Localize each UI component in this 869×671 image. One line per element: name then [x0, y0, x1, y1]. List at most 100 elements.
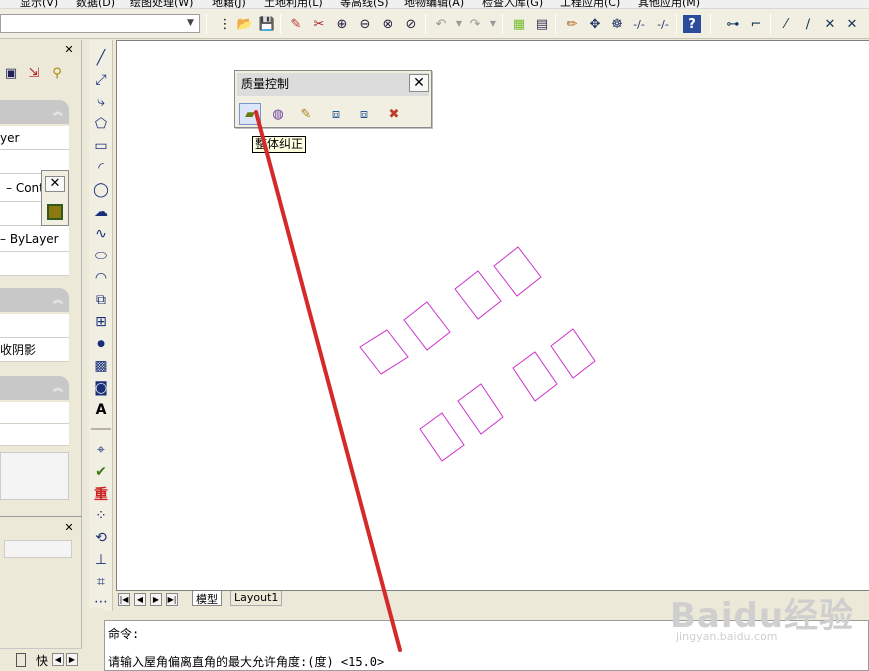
rectangle-icon[interactable]: ▭	[91, 136, 111, 156]
tag-icon[interactable]: ⌖	[91, 440, 111, 460]
arc-icon[interactable]: ◜	[91, 158, 111, 178]
spline-icon[interactable]: ∿	[91, 224, 111, 244]
collapse-icon[interactable]: ︽	[53, 103, 63, 118]
help-icon[interactable]: ?	[683, 15, 701, 33]
calculator-icon[interactable]: ▤	[533, 15, 551, 33]
status-icon[interactable]	[16, 653, 26, 667]
drawing-canvas[interactable]	[116, 40, 869, 590]
chevron-down-icon[interactable]: ▼	[183, 16, 198, 31]
quality-control-title[interactable]: 质量控制	[237, 73, 429, 96]
construction-line-icon[interactable]: ⤢	[91, 70, 111, 90]
check-icon[interactable]: ✔	[91, 462, 111, 482]
rotate-icon[interactable]: ⟲	[91, 528, 111, 548]
property-row-layer[interactable]: yer	[0, 126, 69, 150]
building-outline[interactable]	[512, 351, 558, 402]
section-header-general[interactable]: ︽	[0, 100, 69, 124]
edit-icon[interactable]: ✏	[563, 15, 581, 33]
hatch-icon[interactable]: ▩	[91, 356, 111, 376]
scroll-right-icon[interactable]: ▶	[66, 653, 78, 666]
corner-icon[interactable]: ⌐	[747, 15, 765, 33]
collapse-icon[interactable]: ︽	[53, 291, 63, 306]
quick-select-icon[interactable]: ⚲	[48, 64, 66, 82]
zoom-realtime-icon[interactable]: ⊕	[333, 15, 351, 33]
building-outline[interactable]	[419, 412, 465, 462]
cross-2-icon[interactable]: ✕	[843, 15, 861, 33]
zoom-extents-icon[interactable]: ⊗	[379, 15, 397, 33]
zoom-window-icon[interactable]: ⊖	[356, 15, 374, 33]
close-button[interactable]: ✕	[45, 176, 65, 192]
property-row[interactable]	[0, 402, 69, 424]
prev-tab-icon[interactable]: ◀	[134, 593, 146, 606]
menu-data[interactable]: 数据(D)	[76, 0, 115, 8]
section-header-3d[interactable]: ︽	[0, 288, 69, 312]
last-tab-icon[interactable]: ▶|	[166, 593, 178, 606]
polygon-icon[interactable]: ⬠	[91, 114, 111, 134]
line-2-icon[interactable]: ∕	[799, 15, 817, 33]
menu-landuse[interactable]: 土地利用(L)	[264, 0, 323, 8]
property-row-lineweight[interactable]: – ByLayer	[0, 226, 69, 252]
polyline-icon[interactable]: ⤷	[91, 92, 111, 112]
section-header-misc[interactable]: ︽	[0, 376, 69, 400]
building-outline[interactable]	[457, 383, 504, 435]
connect-icon[interactable]: ⊶	[724, 15, 742, 33]
property-row[interactable]	[0, 252, 69, 276]
menu-contour[interactable]: 等高线(S)	[340, 0, 389, 8]
insert-block-icon[interactable]: ⧉	[91, 290, 111, 310]
ellipse-arc-icon[interactable]: ◠	[91, 268, 111, 288]
layer-tool-icon[interactable]	[47, 204, 63, 220]
building-outline[interactable]	[403, 301, 451, 351]
tab-layout1[interactable]: Layout1	[230, 591, 283, 606]
circle-icon[interactable]: ◯	[91, 180, 111, 200]
building-outline[interactable]	[550, 328, 596, 379]
pan-icon[interactable]: ☸	[608, 15, 626, 33]
building-outline[interactable]	[493, 246, 542, 297]
check-nodes-2-icon[interactable]: ⧈	[353, 103, 375, 125]
undo-icon[interactable]: ↶	[432, 15, 450, 33]
coordinate-icon[interactable]: ⌗	[91, 572, 111, 592]
property-row-shadow[interactable]: 收阴影	[0, 338, 69, 362]
tab-model[interactable]: 模型	[192, 591, 222, 606]
menu-view[interactable]: 显示(V)	[20, 0, 58, 8]
region-icon[interactable]: ◙	[91, 378, 111, 398]
menu-engineering[interactable]: 工程应用(C)	[560, 0, 620, 8]
line-icon[interactable]: ⁄	[777, 15, 795, 33]
duplicate-icon[interactable]: 重	[91, 484, 111, 504]
menu-other[interactable]: 其他应用(M)	[638, 0, 700, 8]
revcloud-icon[interactable]: ☁	[91, 202, 111, 222]
menu-check[interactable]: 检查入库(G)	[482, 0, 543, 8]
property-row[interactable]	[0, 424, 69, 446]
ellipse-icon[interactable]: ⬭	[91, 246, 111, 266]
ruler-icon[interactable]: ⊥	[91, 550, 111, 570]
building-outline[interactable]	[454, 270, 502, 320]
property-row[interactable]	[0, 314, 69, 338]
check-nodes-icon[interactable]: ⧈	[325, 103, 347, 125]
chevron-down-icon[interactable]: ▼	[484, 15, 502, 33]
match-icon[interactable]: ✂	[310, 15, 328, 33]
dashed-line-icon[interactable]: -/-	[630, 15, 648, 33]
edit-shape-icon[interactable]: ✎	[295, 103, 317, 125]
zoom-previous-icon[interactable]: ⊘	[402, 15, 420, 33]
pick-add-icon[interactable]: ⇲	[25, 64, 43, 82]
point-icon[interactable]: ●	[91, 334, 111, 354]
collapse-icon[interactable]: ︽	[53, 379, 63, 394]
building-outline[interactable]	[359, 329, 409, 375]
grid-points-icon[interactable]: ⁘	[91, 506, 111, 526]
save-icon[interactable]: 💾	[258, 15, 276, 33]
overall-correction-icon[interactable]: ▰	[239, 103, 261, 125]
layer-combo[interactable]: ▼	[0, 14, 200, 33]
scroll-left-icon[interactable]: ◀	[52, 653, 64, 666]
select-objects-icon[interactable]: ▣	[2, 64, 20, 82]
close-button[interactable]: ✕	[409, 74, 429, 92]
close-icon[interactable]: ✕	[63, 44, 75, 56]
inspect-icon[interactable]: ◍	[267, 103, 289, 125]
first-tab-icon[interactable]: |◀	[118, 593, 130, 606]
cross-icon[interactable]: ✕	[821, 15, 839, 33]
close-icon[interactable]: ✕	[63, 522, 75, 534]
layer-control-input[interactable]	[4, 540, 72, 558]
next-tab-icon[interactable]: ▶	[150, 593, 162, 606]
menu-draw[interactable]: 绘图处理(W)	[130, 0, 193, 8]
open-icon[interactable]: 📂	[236, 15, 254, 33]
text-icon[interactable]: A	[91, 400, 111, 420]
dashed-line-2-icon[interactable]: -/-	[654, 15, 672, 33]
properties-icon[interactable]: ▦	[510, 15, 528, 33]
